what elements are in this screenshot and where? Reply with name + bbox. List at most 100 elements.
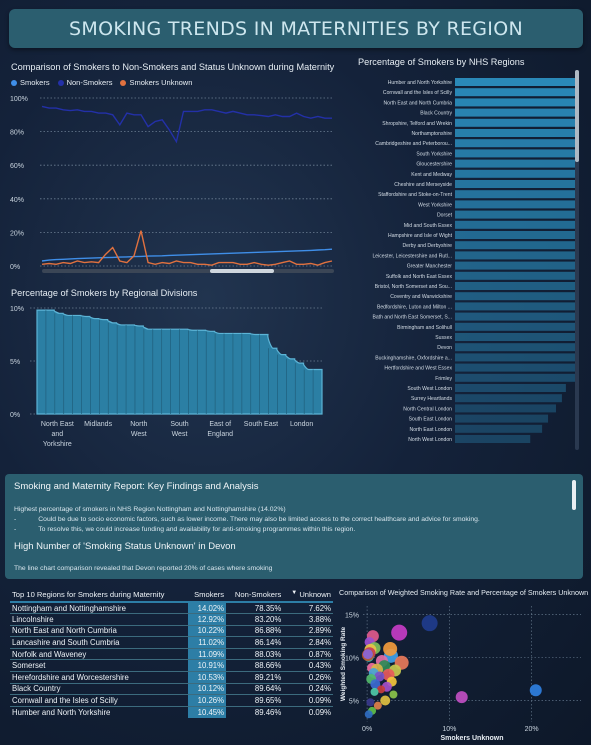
- line-chart-legend[interactable]: Smokers Non-Smokers Smokers Unknown: [11, 78, 192, 87]
- table-row[interactable]: Lancashire and South Cumbria 11.02% 86.14%…: [10, 636, 333, 649]
- y-tick-label: 5%: [349, 699, 359, 706]
- scatter-point: [391, 624, 408, 641]
- sort-desc-icon[interactable]: ▼: [291, 590, 297, 596]
- bar: [455, 180, 575, 188]
- col-header-region[interactable]: Top 10 Regions for Smokers during Matern…: [10, 588, 188, 602]
- table-row[interactable]: Nottingham and Nottinghamshire 14.02% 78.3…: [10, 601, 333, 614]
- legend-item-smokers-unknown[interactable]: Smokers Unknown: [120, 78, 192, 87]
- findings-line: Highest percentage of smokers in NHS Reg…: [14, 506, 286, 513]
- scatter-point: [380, 695, 391, 706]
- table-row[interactable]: Norfolk and Waveney 11.09% 88.03% 0.87%: [10, 647, 333, 660]
- bar: [455, 261, 575, 270]
- legend-item-non-smokers[interactable]: Non-Smokers: [57, 78, 112, 87]
- bar-category-label: Humber and North Yorkshire: [388, 80, 452, 86]
- series-line-smokers: [41, 248, 333, 262]
- cell-smokers: 10.45%: [187, 705, 227, 718]
- line-chart-title: Comparison of Smokers to Non-Smokers and…: [11, 62, 335, 72]
- bar-chart[interactable]: Humber and North Yorkshire Cornwall and t…: [340, 70, 591, 460]
- cell-smokers: 10.26%: [187, 694, 227, 707]
- table-row[interactable]: Humber and North Yorkshire 10.45% 89.46% 0.…: [10, 705, 333, 718]
- cell-unknown: 2.84%: [283, 636, 333, 649]
- scatter-point: [529, 684, 542, 697]
- x-tick-label: 20%: [525, 726, 539, 733]
- scatter-chart[interactable]: 5% 10% 15% 0% 10% 20% Smokers Unknown Weighted …: [335, 598, 585, 742]
- x-tick-label: 10%: [442, 726, 456, 733]
- bar: [455, 220, 575, 229]
- bar-category-label: Cornwall and the Isles of Scilly: [383, 90, 453, 96]
- bar-category-label: Northamptonshire: [412, 131, 453, 137]
- bar: [455, 373, 575, 382]
- bar-category-label: North East and North Cumbria: [383, 100, 452, 106]
- bar-category-label: Birmingham and Solihull: [397, 325, 452, 331]
- bar-category-label: Frimley: [435, 376, 452, 382]
- y-tick-label: 80%: [10, 130, 24, 137]
- table-row[interactable]: Black Country 10.12% 89.64% 0.24%: [10, 682, 333, 695]
- y-tick-label: 0%: [10, 412, 20, 419]
- y-tick-label: 100%: [10, 96, 28, 103]
- area-chart[interactable]: 0% 5% 10% North East and Yorkshire Midlands Nor…: [0, 298, 340, 458]
- bar-category-label: South West London: [407, 386, 452, 392]
- bar: [455, 149, 575, 158]
- table-row[interactable]: North East and North Cumbria 10.22% 86.88%…: [10, 624, 333, 637]
- bar: [455, 159, 575, 168]
- x-tick-label: North East and Yorkshire: [41, 421, 74, 448]
- findings-panel: Smoking and Maternity Report: Key Findin…: [5, 474, 583, 579]
- legend-item-smokers[interactable]: Smokers: [11, 78, 50, 87]
- bar: [455, 241, 575, 250]
- bar-chart-title: Percentage of Smokers by NHS Regions: [358, 57, 525, 67]
- bar: [455, 394, 562, 403]
- findings-scrollbar[interactable]: [572, 480, 576, 510]
- bar: [455, 384, 566, 392]
- y-tick-label: 20%: [10, 230, 24, 237]
- cell-region: Somerset: [10, 659, 188, 672]
- legend-label: Smokers Unknown: [129, 78, 193, 87]
- cell-non-smokers: 88.66%: [226, 659, 284, 672]
- legend-label: Smokers: [20, 78, 50, 87]
- top-regions-table[interactable]: Top 10 Regions for Smokers during Matern…: [10, 588, 333, 718]
- bar: [455, 363, 575, 372]
- cell-smokers: 10.22%: [187, 624, 227, 637]
- cell-smokers: 10.91%: [187, 659, 227, 672]
- bar-category-label: Black Country: [420, 111, 452, 117]
- table-row[interactable]: Lincolnshire 12.92% 83.20% 3.88%: [10, 613, 333, 626]
- bullet-mark: -: [14, 516, 17, 523]
- bar: [455, 292, 575, 301]
- col-header-unknown[interactable]: ▼ Unknown: [283, 588, 333, 602]
- y-tick-label: 0%: [10, 264, 20, 271]
- bar: [455, 302, 575, 311]
- x-axis-label: Smokers Unknown: [440, 735, 503, 742]
- bar-category-label: Mid and South Essex: [404, 223, 453, 229]
- series-line-smokers-unknown: [41, 230, 333, 266]
- table-row[interactable]: Somerset 10.91% 88.66% 0.43%: [10, 659, 333, 672]
- title-bar: SMOKING TRENDS IN MATERNITIES BY REGION: [9, 9, 583, 48]
- bar-category-label: West Yorkshire: [418, 202, 452, 208]
- line-chart[interactable]: 0% 20% 40% 60% 80% 100%: [0, 88, 340, 278]
- cell-unknown: 0.09%: [283, 694, 333, 707]
- cell-region: Humber and North Yorkshire: [10, 705, 188, 718]
- bar-category-label: North Central London: [403, 406, 452, 412]
- table-row[interactable]: Herefordshire and Worcestershire 10.53% 89…: [10, 671, 333, 684]
- table-row[interactable]: Cornwall and the Isles of Scilly 10.26% 89…: [10, 694, 333, 707]
- col-header-smokers[interactable]: Smokers: [188, 588, 227, 602]
- scatter-point: [364, 710, 373, 719]
- cell-region: Lincolnshire: [10, 613, 188, 626]
- cell-region: Lancashire and South Cumbria: [10, 636, 188, 649]
- bar: [455, 271, 575, 280]
- scatter-point: [421, 615, 438, 632]
- y-tick-label: 15%: [345, 613, 359, 620]
- bar: [455, 139, 575, 148]
- cell-unknown: 0.43%: [283, 659, 333, 672]
- legend-swatch: [120, 79, 127, 86]
- bar: [455, 108, 575, 117]
- bar-category-label: Derby and Derbyshire: [402, 243, 452, 249]
- cell-unknown: 0.26%: [283, 671, 333, 684]
- bar: [455, 333, 575, 341]
- bar-category-label: Cheshire and Merseyside: [394, 182, 452, 188]
- scatter-point: [389, 690, 398, 699]
- col-header-non-smokers[interactable]: Non-Smokers: [226, 588, 283, 602]
- scroll-track: [42, 269, 334, 273]
- bar-category-label: Shropshire, Telford and Wrekin: [382, 121, 452, 127]
- bar-category-label: South East London: [409, 417, 452, 423]
- bar-category-label: North West London: [408, 437, 452, 443]
- bar-category-label: Staffordshire and Stoke-on-Trent: [378, 192, 452, 198]
